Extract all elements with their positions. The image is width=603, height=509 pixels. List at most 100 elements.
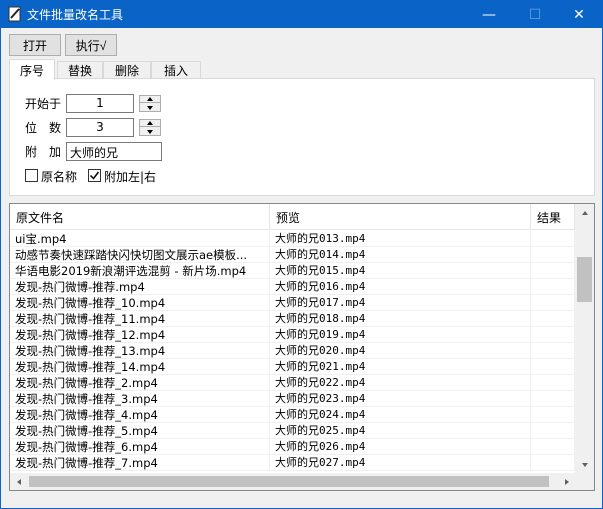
cell-result bbox=[531, 263, 575, 279]
start-field[interactable]: 1 bbox=[66, 94, 134, 113]
table-row[interactable]: 动感节奏快速踩踏快闪快切图文展示ae模板... 大师的兄014.mp4 bbox=[10, 247, 575, 263]
table-row[interactable]: ui宝.mp4 大师的兄013.mp4 bbox=[10, 231, 575, 247]
tab-sequence[interactable]: 序号 bbox=[9, 59, 55, 80]
file-list[interactable]: 原文件名 预览 结果 ui宝.mp4 大师的兄013.mp4 动感节奏快速踩踏快闪快… bbox=[9, 203, 595, 491]
cell-preview: 大师的兄027.mp4 bbox=[270, 455, 531, 471]
cell-original-name: 华语电影2019新浪潮评选混剪 - 新片场.mp4 bbox=[10, 263, 270, 279]
append-label: 附 加 bbox=[25, 145, 62, 159]
cell-result bbox=[531, 455, 575, 471]
main-window: 文件批量改名工具 — ☐ ✕ 打开 执行√ 序号 替换 删除 插入 开始于 1 … bbox=[0, 0, 603, 509]
cell-preview: 大师的兄022.mp4 bbox=[270, 375, 531, 391]
sequence-tab-panel: 开始于 1 位 数 3 附 加 大师的兄 原名称 附加左|右 bbox=[9, 78, 595, 196]
scroll-down-icon[interactable] bbox=[575, 456, 594, 473]
spin-down-icon[interactable] bbox=[140, 104, 160, 111]
cell-result bbox=[531, 295, 575, 311]
table-row[interactable]: 发现-热门微博-推荐_6.mp4 大师的兄026.mp4 bbox=[10, 439, 575, 455]
cell-result bbox=[531, 343, 575, 359]
checkmark-icon bbox=[89, 171, 100, 180]
start-spinner[interactable] bbox=[139, 95, 161, 112]
horizontal-scroll-thumb[interactable] bbox=[29, 476, 549, 487]
append-field[interactable]: 大师的兄 bbox=[66, 142, 162, 161]
edit-document-icon bbox=[7, 6, 23, 22]
table-row[interactable]: 发现-热门微博-推荐_7.mp4 大师的兄027.mp4 bbox=[10, 455, 575, 471]
cell-preview: 大师的兄026.mp4 bbox=[270, 439, 531, 455]
cell-original-name: 动感节奏快速踩踏快闪快切图文展示ae模板... bbox=[10, 247, 270, 263]
digits-spinner[interactable] bbox=[139, 119, 161, 136]
table-row[interactable]: 发现-热门微博-推荐_14.mp4 大师的兄021.mp4 bbox=[10, 359, 575, 375]
table-row[interactable]: 发现-热门微博-推荐_3.mp4 大师的兄023.mp4 bbox=[10, 391, 575, 407]
original-name-label[interactable]: 原名称 bbox=[41, 168, 77, 185]
cell-original-name: 发现-热门微博-推荐_12.mp4 bbox=[10, 327, 270, 343]
spin-up-icon[interactable] bbox=[140, 96, 160, 103]
scroll-up-icon[interactable] bbox=[575, 204, 594, 221]
column-preview[interactable]: 预览 bbox=[270, 204, 531, 230]
file-list-rows: ui宝.mp4 大师的兄013.mp4 动感节奏快速踩踏快闪快切图文展示ae模板..… bbox=[10, 231, 575, 471]
cell-preview: 大师的兄019.mp4 bbox=[270, 327, 531, 343]
cell-preview: 大师的兄023.mp4 bbox=[270, 391, 531, 407]
run-button[interactable]: 执行√ bbox=[65, 34, 117, 56]
cell-result bbox=[531, 279, 575, 295]
table-row[interactable]: 发现-热门微博-推荐.mp4 大师的兄016.mp4 bbox=[10, 279, 575, 295]
table-row[interactable]: 发现-热门微博-推荐_12.mp4 大师的兄019.mp4 bbox=[10, 327, 575, 343]
cell-original-name: 发现-热门微博-推荐_6.mp4 bbox=[10, 439, 270, 455]
cell-result bbox=[531, 231, 575, 247]
original-name-checkbox[interactable] bbox=[25, 169, 38, 182]
cell-original-name: 发现-热门微博-推荐_7.mp4 bbox=[10, 455, 270, 471]
cell-result bbox=[531, 439, 575, 455]
table-row[interactable]: 发现-热门微博-推荐_5.mp4 大师的兄025.mp4 bbox=[10, 423, 575, 439]
cell-preview: 大师的兄016.mp4 bbox=[270, 279, 531, 295]
table-row[interactable]: 华语电影2019新浪潮评选混剪 - 新片场.mp4 大师的兄015.mp4 bbox=[10, 263, 575, 279]
cell-preview: 大师的兄015.mp4 bbox=[270, 263, 531, 279]
table-row[interactable]: 发现-热门微博-推荐_4.mp4 大师的兄024.mp4 bbox=[10, 407, 575, 423]
cell-result bbox=[531, 407, 575, 423]
cell-preview: 大师的兄017.mp4 bbox=[270, 295, 531, 311]
tab-replace[interactable]: 替换 bbox=[57, 61, 103, 79]
cell-preview: 大师的兄014.mp4 bbox=[270, 247, 531, 263]
cell-preview: 大师的兄018.mp4 bbox=[270, 311, 531, 327]
cell-preview: 大师的兄013.mp4 bbox=[270, 231, 531, 247]
cell-original-name: 发现-热门微博-推荐.mp4 bbox=[10, 279, 270, 295]
open-button[interactable]: 打开 bbox=[9, 34, 61, 56]
cell-original-name: 发现-热门微博-推荐_3.mp4 bbox=[10, 391, 270, 407]
scroll-right-icon[interactable] bbox=[558, 473, 575, 490]
cell-original-name: 发现-热门微博-推荐_13.mp4 bbox=[10, 343, 270, 359]
cell-original-name: 发现-热门微博-推荐_10.mp4 bbox=[10, 295, 270, 311]
column-result[interactable]: 结果 bbox=[531, 204, 575, 230]
cell-original-name: 发现-热门微博-推荐_14.mp4 bbox=[10, 359, 270, 375]
append-lr-checkbox[interactable] bbox=[88, 169, 101, 182]
window-title: 文件批量改名工具 bbox=[27, 8, 124, 22]
cell-preview: 大师的兄020.mp4 bbox=[270, 343, 531, 359]
start-label: 开始于 bbox=[25, 97, 62, 111]
vertical-scroll-thumb[interactable] bbox=[577, 257, 592, 302]
scroll-left-icon[interactable] bbox=[10, 473, 27, 490]
scrollbar-corner bbox=[575, 473, 594, 490]
spin-up-icon[interactable] bbox=[140, 120, 160, 127]
spin-down-icon[interactable] bbox=[140, 128, 160, 135]
cell-result bbox=[531, 391, 575, 407]
cell-original-name: 发现-热门微博-推荐_5.mp4 bbox=[10, 423, 270, 439]
table-row[interactable]: 发现-热门微博-推荐_2.mp4 大师的兄022.mp4 bbox=[10, 375, 575, 391]
cell-original-name: 发现-热门微博-推荐_2.mp4 bbox=[10, 375, 270, 391]
vertical-scrollbar[interactable] bbox=[575, 204, 594, 473]
cell-original-name: 发现-热门微博-推荐_4.mp4 bbox=[10, 407, 270, 423]
cell-result bbox=[531, 359, 575, 375]
close-button[interactable]: ✕ bbox=[556, 1, 602, 28]
cell-preview: 大师的兄024.mp4 bbox=[270, 407, 531, 423]
table-row[interactable]: 发现-热门微博-推荐_10.mp4 大师的兄017.mp4 bbox=[10, 295, 575, 311]
column-original-name[interactable]: 原文件名 bbox=[10, 204, 270, 230]
digits-label: 位 数 bbox=[25, 121, 62, 135]
table-row[interactable]: 发现-热门微博-推荐_13.mp4 大师的兄020.mp4 bbox=[10, 343, 575, 359]
tab-insert[interactable]: 插入 bbox=[151, 61, 201, 79]
digits-field[interactable]: 3 bbox=[66, 118, 134, 137]
cell-preview: 大师的兄025.mp4 bbox=[270, 423, 531, 439]
cell-result bbox=[531, 311, 575, 327]
title-bar[interactable]: 文件批量改名工具 — ☐ ✕ bbox=[1, 1, 602, 28]
tab-delete[interactable]: 删除 bbox=[103, 61, 151, 79]
minimize-button[interactable]: — bbox=[466, 1, 512, 28]
cell-result bbox=[531, 247, 575, 263]
horizontal-scrollbar[interactable] bbox=[10, 473, 575, 490]
maximize-button[interactable]: ☐ bbox=[512, 1, 558, 28]
append-lr-label[interactable]: 附加左|右 bbox=[104, 168, 156, 185]
cell-result bbox=[531, 327, 575, 343]
table-row[interactable]: 发现-热门微博-推荐_11.mp4 大师的兄018.mp4 bbox=[10, 311, 575, 327]
